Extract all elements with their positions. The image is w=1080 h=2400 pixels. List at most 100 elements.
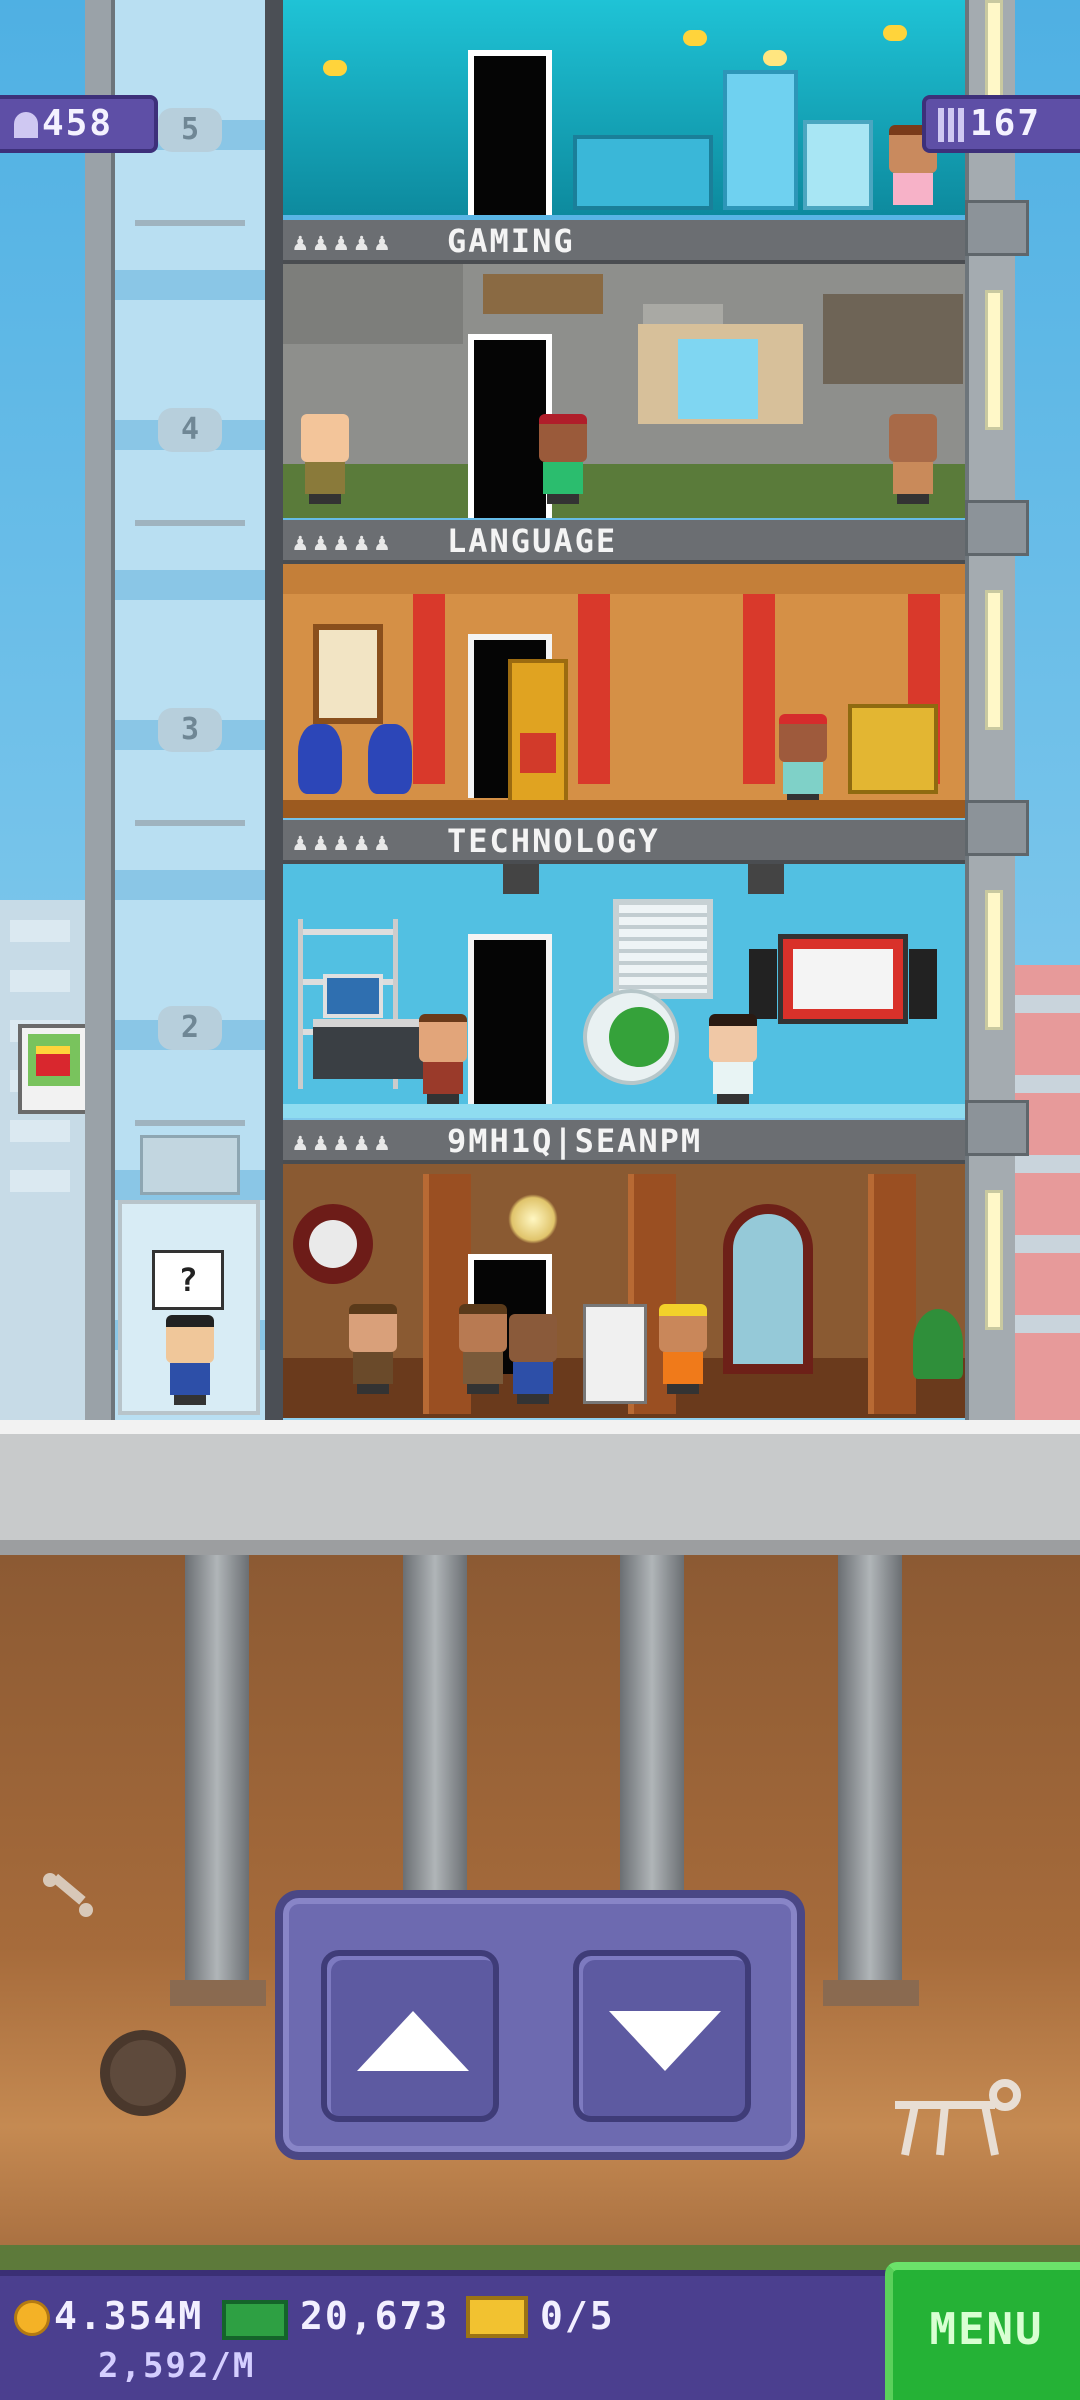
pillar xyxy=(743,594,775,784)
chandelier xyxy=(508,1194,558,1244)
background-building-left xyxy=(0,900,90,1420)
arched-window xyxy=(723,1204,813,1374)
floor-door xyxy=(468,50,552,215)
resident[interactable] xyxy=(773,714,833,804)
fossil-dog-icon xyxy=(885,2075,1035,2165)
floor-stars: ♟♟♟♟♟ xyxy=(293,528,396,556)
wall-portrait xyxy=(313,624,383,724)
floor-marker-3: 3 xyxy=(158,708,222,752)
resident[interactable] xyxy=(295,414,355,504)
fish-icon xyxy=(683,30,707,46)
ceiling-lamp xyxy=(503,864,539,914)
fish-icon xyxy=(763,50,787,66)
bone-icon xyxy=(38,1870,98,1920)
tire-icon xyxy=(100,2030,186,2116)
computer-monitor xyxy=(323,974,383,1018)
floor-room xyxy=(283,1164,965,1418)
shaft-divider xyxy=(135,820,245,826)
pillar xyxy=(578,594,610,784)
floors-count: 167 xyxy=(970,103,1042,144)
resident[interactable] xyxy=(533,414,593,504)
floor-door xyxy=(468,934,552,1104)
shaft-divider xyxy=(135,220,245,226)
elevator-up-button[interactable] xyxy=(321,1950,499,2122)
resident[interactable] xyxy=(343,1304,403,1394)
egg-chair xyxy=(583,989,679,1085)
potted-plant xyxy=(913,1309,963,1379)
ticket-icon xyxy=(466,2296,528,2338)
tower-bracket xyxy=(965,800,1029,856)
floor-gaming[interactable]: ♟♟♟♟♟ GAMING xyxy=(283,220,965,518)
floor-stars: ♟♟♟♟♟ xyxy=(293,228,396,256)
floor-language[interactable]: ♟♟♟♟♟ LANGUAGE xyxy=(283,520,965,818)
floor-label-bar: ♟♟♟♟♟ TECHNOLOGY xyxy=(283,820,965,864)
kitchen-counter xyxy=(573,135,713,210)
support-pillar xyxy=(838,1555,902,1985)
window-blinds xyxy=(613,899,713,999)
fridge xyxy=(723,70,798,210)
population-count: 458 xyxy=(42,103,114,144)
fish-icon xyxy=(323,60,347,76)
shaft-divider xyxy=(135,1120,245,1126)
rider-speech-bubble[interactable]: ? xyxy=(152,1250,224,1310)
vase xyxy=(298,724,342,794)
ground-slab xyxy=(0,1420,1080,1555)
fries-icon xyxy=(36,1046,70,1076)
floors-badge[interactable]: 167 xyxy=(922,95,1080,153)
clock-icon xyxy=(293,1204,373,1284)
floor-aquarium[interactable] xyxy=(283,0,965,215)
robot[interactable] xyxy=(583,1304,647,1404)
floor-label-bar: ♟♟♟♟♟ LANGUAGE xyxy=(283,520,965,564)
throne xyxy=(508,659,568,809)
floor-stars: ♟♟♟♟♟ xyxy=(293,1128,396,1156)
arrow-down-icon xyxy=(609,2011,721,2071)
resident[interactable] xyxy=(703,1014,763,1104)
bux-value[interactable]: 20,673 xyxy=(300,2294,449,2338)
coin-rate: 2,592/M xyxy=(98,2346,256,2386)
person-icon xyxy=(14,112,38,138)
population-badge[interactable]: 458 xyxy=(0,95,158,153)
floor-stars: ♟♟♟♟♟ xyxy=(293,828,396,856)
glass-window xyxy=(678,339,758,419)
resident[interactable] xyxy=(883,414,943,504)
floor-name: LANGUAGE xyxy=(447,522,618,560)
elevator-machinery xyxy=(140,1135,240,1195)
elevator-down-button[interactable] xyxy=(573,1950,751,2122)
tower-light xyxy=(985,1190,1003,1330)
floor-marker-2: 2 xyxy=(158,1006,222,1050)
tower-bracket xyxy=(965,200,1029,256)
elevator-control-panel xyxy=(275,1890,805,2160)
resident[interactable] xyxy=(413,1014,473,1104)
floor-room xyxy=(283,564,965,818)
floor-technology[interactable]: ♟♟♟♟♟ TECHNOLOGY xyxy=(283,820,965,1118)
support-pillar xyxy=(185,1555,249,1985)
grass-floor xyxy=(283,464,965,518)
golden-shrine xyxy=(848,704,938,794)
vase xyxy=(368,724,412,794)
floor-room xyxy=(283,0,965,215)
floor-name: 9MH1Q|SEANPM xyxy=(447,1122,703,1160)
tower-light xyxy=(985,590,1003,730)
tickets-value[interactable]: 0/5 xyxy=(540,2294,615,2338)
menu-button[interactable]: MENU xyxy=(885,2262,1080,2400)
billboard xyxy=(18,1024,90,1114)
wall-tv xyxy=(749,934,937,1024)
floor-room xyxy=(283,864,965,1118)
resident[interactable] xyxy=(653,1304,713,1394)
resident[interactable] xyxy=(503,1314,563,1404)
fish-icon xyxy=(883,25,907,41)
floor-label-bar: ♟♟♟♟♟ 9MH1Q|SEANPM xyxy=(283,1120,965,1164)
building-icon xyxy=(938,108,964,142)
tower-light xyxy=(985,290,1003,430)
floor-name: GAMING xyxy=(447,222,575,260)
arrow-up-icon xyxy=(357,2011,469,2071)
tower-bracket xyxy=(965,500,1029,556)
elevator-rider[interactable] xyxy=(160,1315,218,1405)
coin-icon xyxy=(14,2300,50,2336)
bux-icon xyxy=(222,2300,288,2340)
floor-lobby[interactable]: ♟♟♟♟♟ 9MH1Q|SEANPM xyxy=(283,1120,965,1418)
coins-value[interactable]: 4.354M xyxy=(54,2294,203,2338)
stove xyxy=(803,120,873,210)
floor-name: TECHNOLOGY xyxy=(447,822,660,860)
floor-marker-4: 4 xyxy=(158,408,222,452)
